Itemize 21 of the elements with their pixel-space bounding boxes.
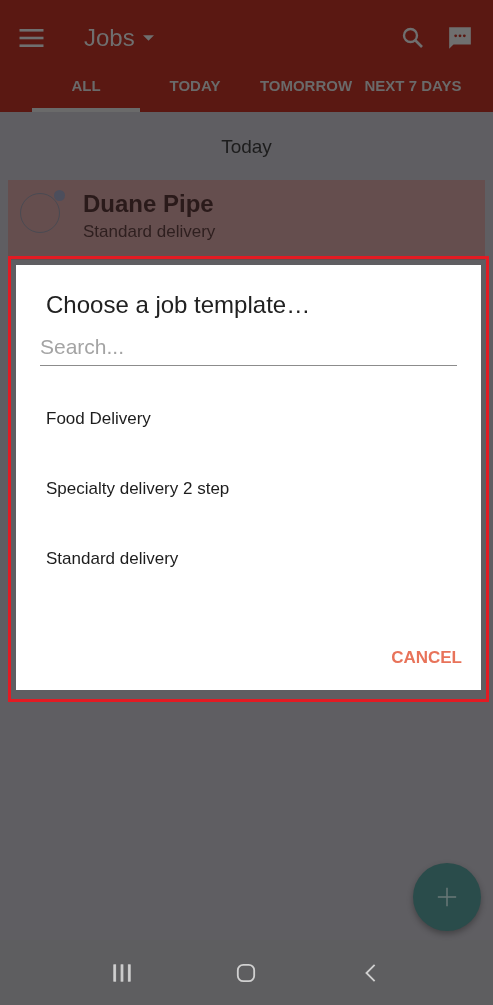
badge-icon	[54, 190, 65, 201]
menu-icon[interactable]	[19, 29, 44, 47]
tab[interactable]: TODAY	[140, 76, 250, 112]
dialog-title: Choose a job template…	[46, 291, 312, 319]
section-header: Today	[221, 136, 272, 158]
add-button[interactable]	[413, 863, 481, 931]
template-item[interactable]: Food Delivery	[46, 384, 151, 454]
tab[interactable]: ALL	[32, 76, 140, 112]
chat-icon[interactable]	[447, 25, 473, 51]
recent-apps-icon[interactable]	[112, 962, 133, 983]
template-item[interactable]: Specialty delivery 2 step	[46, 454, 230, 524]
template-item[interactable]: Standard delivery	[46, 524, 179, 594]
search-icon[interactable]	[401, 26, 425, 50]
cancel-button[interactable]: CANCEL	[391, 644, 462, 672]
title-dropdown[interactable]: Jobs	[84, 24, 154, 52]
job-name: Duane Pipe	[83, 190, 215, 218]
tab[interactable]: TOMORROW	[250, 76, 362, 112]
caret-icon	[142, 35, 154, 41]
home-icon[interactable]	[236, 962, 257, 983]
plus-icon	[436, 886, 458, 908]
tab[interactable]: NEXT 7 DAYS	[362, 76, 464, 112]
